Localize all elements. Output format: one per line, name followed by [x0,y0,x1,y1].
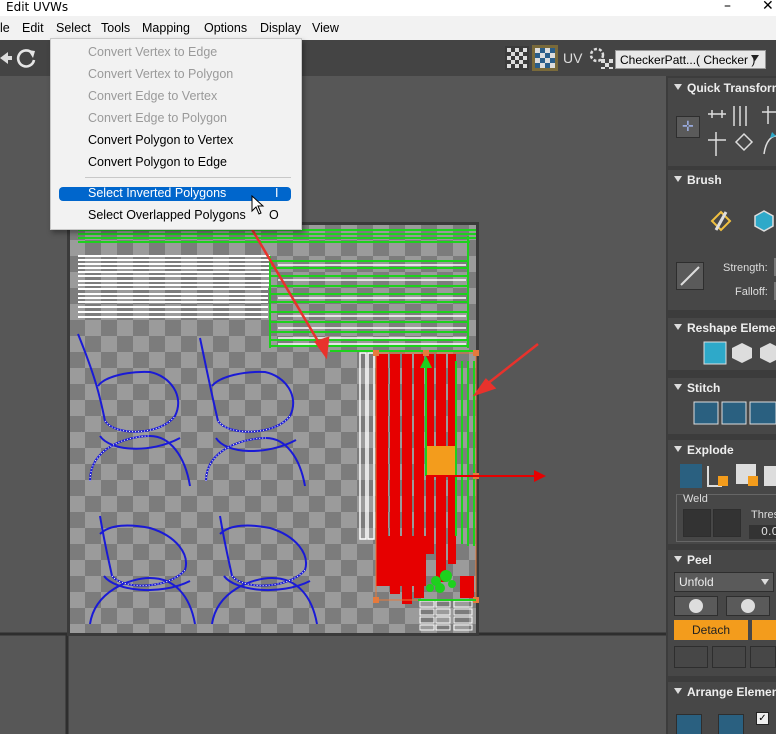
threshold-input[interactable]: 0.0 [749,525,776,539]
stitch-rollout: Stitch [668,378,776,434]
menu-tools[interactable]: Tools [101,21,130,35]
menu-item-convert-vertex-to-edge[interactable]: Convert Vertex to Edge [88,45,217,59]
menu-item-convert-vertex-to-polygon[interactable]: Convert Vertex to Polygon [88,67,233,81]
menu-item-select-inverted-polygons[interactable]: Select Inverted Polygons [88,186,226,200]
stitch-header[interactable]: Stitch [668,378,776,398]
refresh-icon[interactable] [15,48,37,70]
texture-settings-icon[interactable] [589,47,613,69]
stitch-tools-icons[interactable] [692,400,776,426]
menu-edit[interactable]: Edit [22,21,44,35]
arrange-title: Arrange Elements [687,685,776,699]
peel-header[interactable]: Peel [668,550,776,570]
align-tools-icons[interactable] [704,104,776,160]
brush-line-icon[interactable] [676,262,704,290]
explode-tools-icons[interactable] [678,462,776,490]
menu-item-convert-polygon-to-edge[interactable]: Convert Polygon to Edge [88,155,227,169]
explode-rollout: Explode Weld Threshold 0.0 [668,440,776,544]
weld-selected-icon[interactable] [683,509,711,537]
weld-label: Weld [683,493,708,505]
brush-title: Brush [687,173,722,187]
collapse-icon [674,446,682,452]
peel-mode-value: Unfold [679,575,714,589]
collapse-icon [674,176,682,182]
menu-item-convert-edge-to-polygon[interactable]: Convert Edge to Polygon [88,111,227,125]
menu-file[interactable]: le [0,21,10,35]
menu-mapping[interactable]: Mapping [142,21,190,35]
menu-bar: le Edit Select Tools Mapping Options Dis… [0,16,776,40]
peel-mode-dropdown[interactable]: Unfold [674,572,774,592]
pack-options-icon[interactable] [718,714,744,734]
collapse-icon [674,324,682,330]
close-icon[interactable]: ✕ [762,0,774,14]
pin-icon[interactable] [674,646,708,668]
menu-view[interactable]: View [312,21,339,35]
collapse-icon [674,384,682,390]
quick-transform-rollout: Quick Transform ✛ [668,78,776,166]
rescale-checkbox[interactable]: ✓ [756,712,769,725]
weld-group: Weld Threshold 0.0 [676,493,776,542]
collapse-icon [674,556,682,562]
strength-label: Strength: [723,262,768,274]
shortcut-overlapped: O [269,208,279,222]
menu-select[interactable]: Select [56,21,91,35]
falloff-label: Falloff: [735,286,768,298]
brush-header[interactable]: Brush [668,170,776,190]
stitch-title: Stitch [687,381,721,395]
window-title: Edit UVWs [6,0,69,14]
chevron-down-icon [751,55,759,61]
peel-mode-icon[interactable] [726,596,770,616]
detach-button[interactable]: Detach [674,620,748,640]
weld-target-icon[interactable] [713,509,741,537]
reshape-title: Reshape Elements [687,321,776,335]
quick-transform-title: Quick Transform [687,81,776,95]
texture-dropdown-value: CheckerPatt...( Checker ) [620,53,756,67]
menu-item-select-overlapped-polygons[interactable]: Select Overlapped Polygons [88,208,246,222]
peel-title: Peel [687,553,712,567]
unpin-icon[interactable] [712,646,746,668]
arrow-icon[interactable] [0,48,12,68]
menu-item-convert-polygon-to-vertex[interactable]: Convert Polygon to Vertex [88,133,233,147]
chevron-down-icon [761,579,769,585]
arrange-rollout: Arrange Elements ✓ [668,682,776,734]
shortcut-inverted: I [275,186,279,200]
menu-separator [85,177,291,178]
explode-header[interactable]: Explode [668,440,776,460]
menu-item-convert-edge-to-vertex[interactable]: Convert Edge to Vertex [88,89,217,103]
align-pivot-icon[interactable]: ✛ [676,116,700,138]
pin-options-icon[interactable] [750,646,776,668]
title-bar: Edit UVWs – ✕ [0,0,776,16]
quick-transform-header[interactable]: Quick Transform [668,78,776,98]
reshape-header[interactable]: Reshape Elements [668,318,776,338]
reshape-rollout: Reshape Elements [668,318,776,370]
detach-option-button[interactable] [752,620,776,640]
minimize-icon[interactable]: – [724,0,731,14]
menu-options[interactable]: Options [204,21,247,35]
threshold-label: Threshold [751,509,776,521]
pivot-highlight [426,446,456,476]
reshape-tools-icons[interactable] [702,340,776,366]
brush-relax-icon[interactable] [752,208,776,234]
brush-rollout: Brush Strength: Falloff: [668,170,776,310]
menu-display[interactable]: Display [260,21,301,35]
explode-title: Explode [687,443,734,457]
checker-grid-icon[interactable] [505,46,529,70]
pack-icon[interactable] [676,714,702,734]
arrange-header[interactable]: Arrange Elements [668,682,776,702]
checker-toggle-icon[interactable] [532,45,558,71]
threshold-value: 0.0 [761,525,776,538]
cursor-icon [251,195,265,215]
detach-label: Detach [691,623,731,637]
uv-label: UV [563,50,583,66]
quick-peel-icon[interactable] [674,596,718,616]
brush-move-icon[interactable] [708,208,734,234]
command-panel: Quick Transform ✛ Brush Strength: Fallof… [666,76,776,734]
peel-rollout: Peel Unfold Detach [668,550,776,676]
collapse-icon [674,688,682,694]
texture-dropdown[interactable]: CheckerPatt...( Checker ) [615,50,766,69]
collapse-icon [674,84,682,90]
